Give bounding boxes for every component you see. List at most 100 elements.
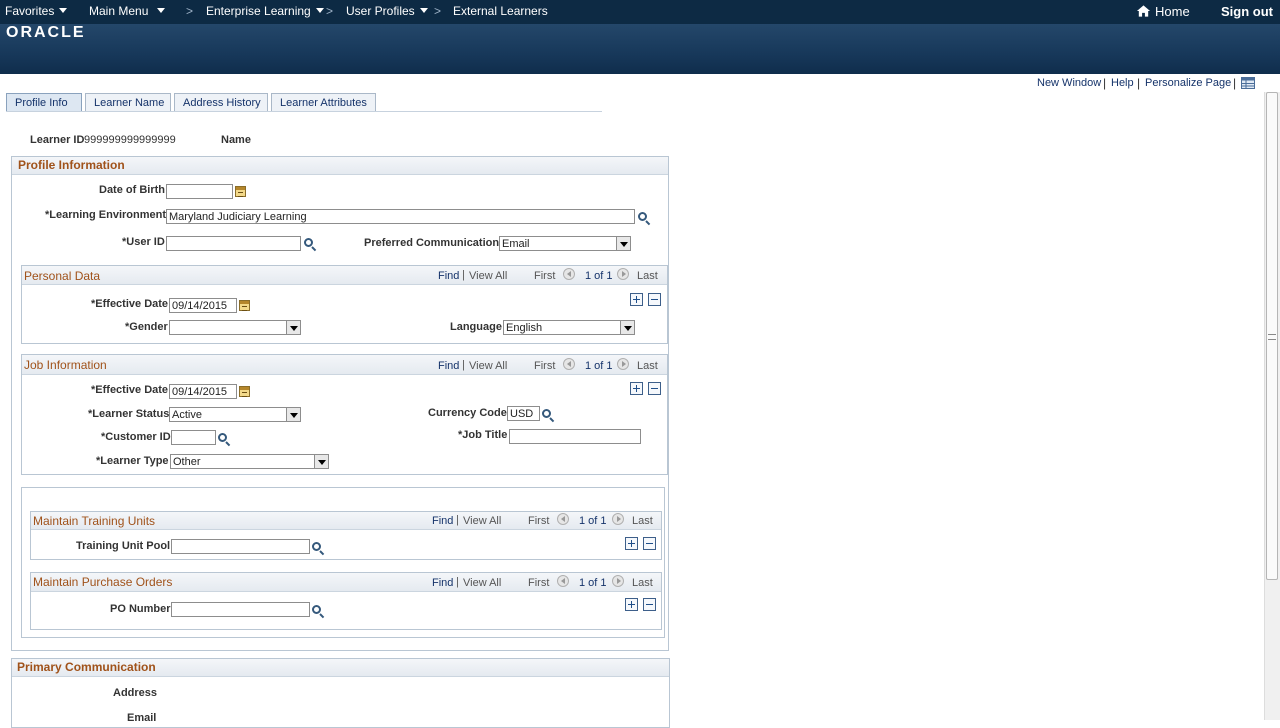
breadcrumb-external-learners[interactable]: External Learners [453, 4, 548, 18]
breadcrumb-separator: > [186, 4, 194, 18]
effective-date-label: *Effective Date [91, 384, 169, 396]
address-label: Address [113, 687, 158, 699]
home-icon[interactable] [1136, 4, 1151, 18]
last-label: Last [637, 360, 658, 372]
user-id-label: *User ID [122, 236, 165, 248]
search-icon[interactable] [304, 238, 313, 247]
view-all-link[interactable]: View All [469, 360, 507, 372]
learner-type-select[interactable]: Other [170, 454, 329, 469]
learning-environment-label: *Learning Environment [45, 209, 167, 221]
training-unit-pool-input[interactable] [171, 539, 310, 554]
favorites-label: Favorites [5, 4, 55, 18]
language-select[interactable]: English [503, 320, 635, 335]
po-number-label: PO Number [110, 603, 171, 615]
add-row-button[interactable] [625, 537, 638, 550]
tab-address-history[interactable]: Address History [174, 93, 268, 112]
delete-row-button[interactable] [643, 537, 656, 550]
personal-data-title: Personal Data [24, 269, 101, 283]
previous-row-icon[interactable] [563, 268, 575, 280]
gender-select[interactable] [169, 320, 301, 335]
next-row-icon[interactable] [612, 575, 624, 587]
customer-id-input[interactable] [171, 430, 216, 445]
sign-out-link[interactable]: Sign out [1221, 4, 1273, 19]
search-icon[interactable] [638, 212, 647, 221]
previous-row-icon[interactable] [563, 358, 575, 370]
calendar-icon[interactable] [239, 386, 250, 397]
favorites-menu[interactable]: Favorites [5, 4, 68, 18]
po-number-input[interactable] [171, 602, 310, 617]
home-link[interactable]: Home [1155, 4, 1190, 19]
chevron-down-icon [315, 8, 324, 13]
find-link[interactable]: Find [438, 270, 459, 282]
row-count: 1 of 1 [585, 270, 613, 282]
view-all-link[interactable]: View All [463, 515, 501, 527]
next-row-icon[interactable] [617, 268, 629, 280]
personalize-page-link[interactable]: Personalize Page [1145, 77, 1231, 89]
calendar-icon[interactable] [239, 300, 250, 311]
dropdown-arrow-icon[interactable] [286, 321, 300, 334]
dropdown-arrow-icon[interactable] [314, 455, 328, 468]
search-icon[interactable] [312, 605, 321, 614]
first-label: First [534, 360, 556, 372]
purchase-orders-title: Maintain Purchase Orders [33, 575, 173, 589]
user-id-input[interactable] [166, 236, 301, 251]
dropdown-arrow-icon[interactable] [616, 237, 630, 250]
first-label: First [528, 577, 550, 589]
view-all-link[interactable]: View All [463, 577, 501, 589]
dropdown-arrow-icon[interactable] [620, 321, 634, 334]
delete-row-button[interactable] [648, 382, 661, 395]
next-row-icon[interactable] [617, 358, 629, 370]
learner-status-label: *Learner Status [88, 408, 170, 420]
nav-separator: | [462, 359, 465, 371]
search-icon[interactable] [218, 433, 227, 442]
find-link[interactable]: Find [432, 577, 453, 589]
add-row-button[interactable] [630, 382, 643, 395]
search-icon[interactable] [542, 409, 551, 418]
last-label: Last [632, 515, 653, 527]
calendar-icon[interactable] [235, 186, 246, 197]
tab-learner-name[interactable]: Learner Name [85, 93, 171, 112]
learning-environment-input[interactable]: Maryland Judiciary Learning [166, 209, 635, 224]
add-row-button[interactable] [630, 293, 643, 306]
previous-row-icon[interactable] [557, 575, 569, 587]
breadcrumb-user-profiles[interactable]: User Profiles [346, 4, 428, 18]
select-value: Active [172, 409, 202, 421]
tab-profile-info[interactable]: Profile Info [6, 93, 82, 112]
add-row-button[interactable] [625, 598, 638, 611]
find-link[interactable]: Find [432, 515, 453, 527]
chevron-down-icon [419, 8, 428, 13]
find-link[interactable]: Find [438, 360, 459, 372]
first-label: First [534, 270, 556, 282]
learner-status-select[interactable]: Active [169, 407, 301, 422]
select-value: Other [173, 456, 201, 468]
search-icon[interactable] [312, 542, 321, 551]
dropdown-arrow-icon[interactable] [286, 408, 300, 421]
nav-separator: | [456, 576, 459, 588]
currency-code-input[interactable]: USD [507, 406, 540, 421]
delete-row-button[interactable] [643, 598, 656, 611]
effective-date-label: *Effective Date [91, 298, 169, 310]
tab-learner-attributes[interactable]: Learner Attributes [271, 93, 376, 112]
next-row-icon[interactable] [612, 513, 624, 525]
select-value: Email [502, 238, 530, 250]
gender-label: *Gender [125, 321, 168, 333]
tab-label: Address History [183, 97, 261, 109]
breadcrumb-label: Enterprise Learning [206, 4, 311, 18]
previous-row-icon[interactable] [557, 513, 569, 525]
top-navigation-bar: Favorites Main Menu > Enterprise Learnin… [0, 0, 1280, 24]
scrollbar-grip [1268, 334, 1276, 340]
grid-layout-icon[interactable] [1241, 77, 1255, 89]
job-title-input[interactable] [509, 429, 641, 444]
breadcrumb-enterprise-learning[interactable]: Enterprise Learning [206, 4, 324, 18]
main-menu[interactable]: Main Menu [89, 4, 166, 18]
new-window-link[interactable]: New Window [1037, 77, 1101, 89]
effective-date-input[interactable]: 09/14/2015 [169, 384, 237, 399]
help-link[interactable]: Help [1111, 77, 1134, 89]
delete-row-button[interactable] [648, 293, 661, 306]
date-of-birth-label: Date of Birth [99, 184, 165, 196]
date-of-birth-input[interactable] [166, 184, 233, 199]
job-information-title: Job Information [24, 358, 107, 372]
view-all-link[interactable]: View All [469, 270, 507, 282]
preferred-communication-select[interactable]: Email [499, 236, 631, 251]
effective-date-input[interactable]: 09/14/2015 [169, 298, 237, 313]
